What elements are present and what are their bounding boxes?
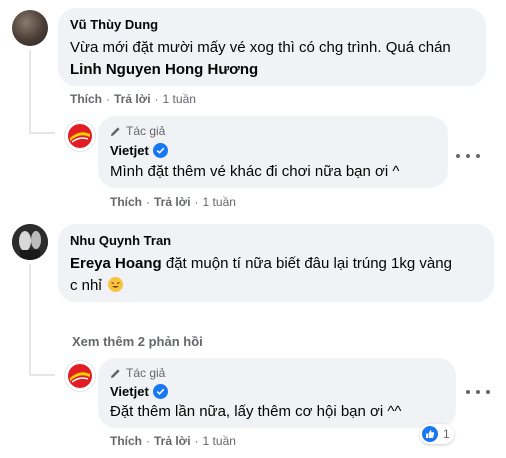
timestamp[interactable]: 1 tuần [163,92,196,106]
reply-bubble: Tác giả Vietjet Mình đặt thêm vé khác đi… [98,116,448,188]
author-badge-label: Tác giả [126,124,166,138]
thread-line [29,132,55,134]
timestamp[interactable]: 1 tuần [203,434,236,448]
thread-line [29,374,55,376]
like-reaction-icon [422,426,438,442]
comment-bubble: Vũ Thùy Dung Vừa mới đặt mười mấy vé xog… [58,8,486,86]
comment-author[interactable]: Vũ Thùy Dung [70,17,158,32]
see-more-replies-link[interactable]: Xem thêm 2 phản hồi [72,334,203,349]
reply-author-name[interactable]: Vietjet [110,143,149,158]
reply-text: Đặt thêm lần nữa, lấy thêm cơ hội bạn ơi… [110,403,402,420]
reply-button[interactable]: Trả lời [114,92,151,106]
avatar[interactable] [12,10,48,46]
verified-badge-icon [152,384,168,400]
reply-button[interactable]: Trả lời [154,434,191,448]
vietjet-logo-icon [68,364,92,388]
comment-text: Vừa mới đặt mười mấy vé xog thì có chg t… [70,39,451,56]
more-options-icon[interactable] [456,148,480,164]
thread-line [29,50,31,134]
reply-author: Vietjet [110,384,168,400]
author-badge: Tác giả [110,366,165,380]
mention-link[interactable]: Ereya Hoang [70,255,162,272]
comment-text-line1: đặt muộn tí nữa biết đâu lại trúng 1kg v… [165,255,452,272]
reaction-summary[interactable]: 1 [420,424,454,444]
mention-link[interactable]: Linh Nguyen Hong Hương [70,59,258,81]
thread-line [29,264,31,376]
reply-bubble: Tác giả Vietjet Đặt thêm lần nữa, lấy th… [98,358,456,428]
comment-author[interactable]: Nhu Quynh Tran [70,233,171,248]
verified-badge-icon [152,143,168,159]
like-button[interactable]: Thích [110,195,142,209]
reply-actions: Thích · Trả lời · 1 tuần [110,434,236,448]
reply-button[interactable]: Trả lời [154,195,191,209]
reply-author: Vietjet [110,143,168,159]
comment-text-line2: c nhỉ [70,275,123,297]
vietjet-avatar[interactable] [64,120,96,152]
reaction-count: 1 [443,427,450,441]
like-button[interactable]: Thích [70,92,102,106]
vietjet-logo-icon [68,124,92,148]
author-badge-label: Tác giả [126,366,166,380]
pencil-icon [110,126,120,136]
comment-bubble: Nhu Quynh Tran Ereya Hoang đặt muộn tí n… [58,224,494,302]
vietjet-avatar[interactable] [64,360,96,392]
more-options-icon[interactable] [466,384,490,400]
pencil-icon [110,368,120,378]
comment-actions: Thích · Trả lời · 1 tuần [70,92,196,106]
rofl-emoji-icon [107,277,123,292]
avatar[interactable] [12,224,48,260]
reply-author-name[interactable]: Vietjet [110,384,149,399]
like-button[interactable]: Thích [110,434,142,448]
reply-actions: Thích · Trả lời · 1 tuần [110,195,236,209]
reply-text: Mình đặt thêm vé khác đi chơi nữa bạn ơi… [110,163,400,180]
author-badge: Tác giả [110,124,165,138]
timestamp[interactable]: 1 tuần [203,195,236,209]
avatar-photo [12,224,48,260]
comment-text: Ereya Hoang đặt muộn tí nữa biết đâu lại… [70,253,452,275]
comment-text-line2-label: c nhỉ [70,277,102,294]
